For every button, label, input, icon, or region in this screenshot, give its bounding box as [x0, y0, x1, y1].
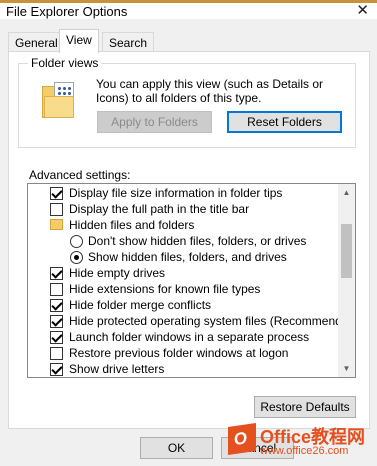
reset-folders-button[interactable]: Reset Folders [227, 111, 342, 133]
item-label: Show hidden files, folders, and drives [88, 250, 287, 264]
watermark-url: www.office26.com [260, 445, 349, 457]
checkbox-file-size-tips[interactable] [50, 187, 63, 200]
checkbox-full-path[interactable] [50, 203, 63, 216]
window-title: File Explorer Options [6, 4, 128, 19]
checkbox-hide-merge-conflicts[interactable] [50, 299, 63, 312]
radio-dont-show-hidden[interactable] [70, 235, 83, 248]
office26-watermark: O Office教程网 www.office26.com [222, 419, 377, 466]
advanced-settings-label: Advanced settings: [29, 168, 131, 182]
tab-search[interactable]: Search [102, 32, 155, 52]
item-label: Hide empty drives [69, 266, 166, 280]
vertical-scrollbar[interactable]: ▲ ▼ [338, 184, 355, 377]
folder-views-label: Folder views [28, 56, 102, 70]
close-icon[interactable]: ✕ [356, 1, 369, 19]
tab-view[interactable]: View [59, 29, 99, 53]
scroll-thumb[interactable] [341, 224, 352, 278]
tab-general[interactable]: General [8, 32, 65, 52]
item-label: Launch folder windows in a separate proc… [69, 330, 310, 344]
checkbox-hide-protected-os-files[interactable] [50, 315, 63, 328]
advanced-settings-list[interactable]: Display file size information in folder … [27, 183, 356, 378]
checkbox-hide-empty-drives[interactable] [50, 267, 63, 280]
item-label: Hide extensions for known file types [69, 282, 261, 296]
radio-show-hidden[interactable] [70, 251, 83, 264]
item-label: Show drive letters [69, 362, 165, 376]
checkbox-restore-previous-windows[interactable] [50, 347, 63, 360]
item-label: Hidden files and folders [69, 218, 195, 232]
ok-button[interactable]: OK [140, 437, 213, 459]
checkbox-hide-extensions[interactable] [50, 283, 63, 296]
checkbox-show-drive-letters[interactable] [50, 363, 63, 376]
item-label: Hide protected operating system files (R… [69, 314, 356, 328]
item-label: Restore previous folder windows at logon [69, 346, 289, 360]
title-bar: File Explorer Options ✕ [0, 0, 377, 19]
folder-views-icon [42, 82, 78, 120]
scroll-up-icon[interactable]: ▲ [338, 184, 355, 201]
item-label: Display the full path in the title bar [69, 202, 250, 216]
folder-icon [50, 219, 63, 230]
checkbox-separate-process[interactable] [50, 331, 63, 344]
office-logo-icon: O [228, 423, 256, 455]
scroll-down-icon[interactable]: ▼ [338, 360, 355, 377]
item-label: Hide folder merge conflicts [69, 298, 212, 312]
folder-views-description: You can apply this view (such as Details… [96, 77, 324, 105]
item-label: Display file size information in folder … [69, 186, 283, 200]
apply-to-folders-button[interactable]: Apply to Folders [97, 111, 212, 133]
restore-defaults-button[interactable]: Restore Defaults [254, 396, 356, 418]
item-label: Don't show hidden files, folders, or dri… [88, 234, 307, 248]
